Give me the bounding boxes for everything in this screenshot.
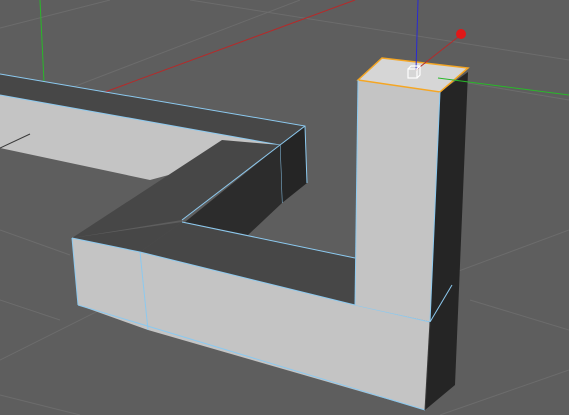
3d-viewport[interactable]	[0, 0, 569, 415]
x-axis-handle[interactable]	[456, 29, 466, 39]
pillar-front-face	[355, 80, 440, 322]
viewport-canvas[interactable]	[0, 0, 569, 415]
